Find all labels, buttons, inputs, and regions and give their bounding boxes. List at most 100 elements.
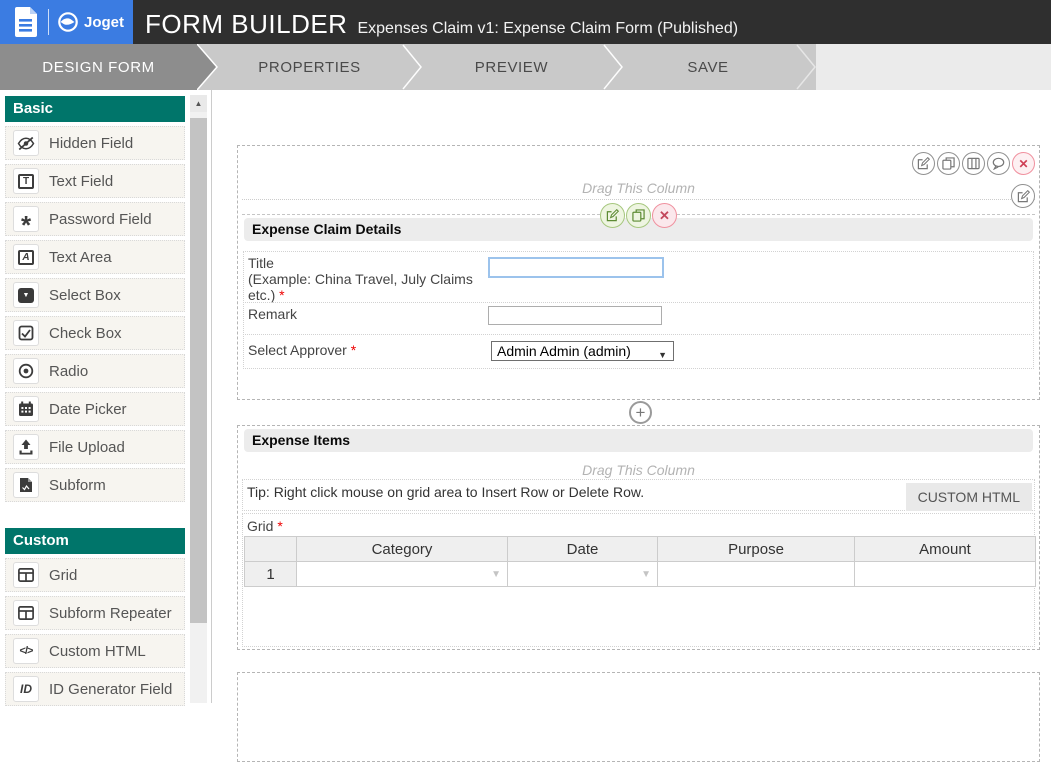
palette-item-subform-repeater[interactable]: Subform Repeater: [5, 596, 185, 630]
copy-section-icon[interactable]: [937, 152, 960, 175]
expense-grid-table: Category Date Purpose Amount 1 ▼ ▼: [244, 536, 1036, 587]
palette-header-basic: Basic: [5, 96, 185, 122]
palette-item-text-field[interactable]: T Text Field: [5, 164, 185, 198]
select-box-icon: ▼: [13, 282, 39, 308]
builder-content: Basic Hidden Field T Text Field * Passwo…: [0, 90, 1051, 762]
tab-separator-icon: [796, 44, 816, 90]
drag-column-handle[interactable]: Drag This Column: [238, 462, 1039, 478]
comment-icon[interactable]: [987, 152, 1010, 175]
palette-item-text-area[interactable]: A Text Area: [5, 240, 185, 274]
section-empty[interactable]: [237, 672, 1040, 762]
tabbar-empty-area: [816, 44, 1051, 90]
palette-scrollbar[interactable]: ▲: [190, 95, 207, 703]
palette-item-subform[interactable]: Subform: [5, 468, 185, 502]
upload-icon: [13, 434, 39, 460]
tab-design-form[interactable]: DESIGN FORM: [0, 44, 197, 90]
drag-column-handle[interactable]: Drag This Column: [238, 180, 1039, 196]
palette-item-id-generator[interactable]: ID ID Generator Field: [5, 672, 185, 706]
section-expense-claim-details: ✕ Drag This Column ✕ Expense Claim Detai…: [237, 145, 1040, 400]
grid-header-cell: [244, 536, 297, 562]
delete-element-icon[interactable]: ✕: [652, 203, 677, 228]
palette-item-grid[interactable]: Grid: [5, 558, 185, 592]
required-marker: *: [279, 287, 285, 303]
palette-item-label: Check Box: [49, 324, 122, 342]
field-row-remark[interactable]: Remark: [243, 302, 1034, 335]
id-icon: ID: [13, 676, 39, 702]
field-rows: Title (Example: China Travel, July Claim…: [243, 251, 1034, 369]
dropdown-arrow-icon: ▼: [641, 569, 651, 580]
scroll-up-icon[interactable]: ▲: [190, 95, 207, 112]
joget-globe-icon: [58, 12, 78, 32]
grid-data-row: 1 ▼ ▼: [244, 561, 1036, 587]
custom-html-badge[interactable]: CUSTOM HTML: [905, 483, 1032, 511]
tab-preview[interactable]: PREVIEW: [420, 44, 603, 90]
palette-item-date-picker[interactable]: Date Picker: [5, 392, 185, 426]
field-row-approver[interactable]: Select Approver * Admin Admin (admin) ▼: [243, 334, 1034, 369]
grid-header-amount: Amount: [854, 536, 1036, 562]
required-marker: *: [277, 518, 283, 534]
palette-item-custom-html[interactable]: </> Custom HTML: [5, 634, 185, 668]
columns-layout-icon[interactable]: [962, 152, 985, 175]
grid-header-date: Date: [507, 536, 658, 562]
grid-header-row: Category Date Purpose Amount: [244, 536, 1036, 562]
radio-icon: [13, 358, 39, 384]
joget-logo: Joget: [57, 11, 124, 33]
palette-item-select-box[interactable]: ▼ Select Box: [5, 278, 185, 312]
palette-item-check-box[interactable]: Check Box: [5, 316, 185, 350]
delete-section-icon[interactable]: ✕: [1012, 152, 1035, 175]
element-palette: Basic Hidden Field T Text Field * Passwo…: [0, 90, 212, 706]
approver-select[interactable]: Admin Admin (admin) ▼: [491, 341, 674, 361]
purpose-cell[interactable]: [657, 561, 855, 587]
table-icon: [13, 600, 39, 626]
grid-element[interactable]: Grid * Category Date Purpose Amount 1 ▼ …: [242, 513, 1036, 647]
table-icon: [13, 562, 39, 588]
section-title-bar[interactable]: Expense Items: [244, 429, 1033, 452]
palette-item-label: Password Field: [49, 210, 152, 228]
tab-save[interactable]: SAVE: [620, 44, 796, 90]
edit-element-icon[interactable]: [600, 203, 625, 228]
element-toolbar: ✕: [238, 203, 1039, 228]
eye-slash-icon: [13, 130, 39, 156]
app-title: FORM BUILDER: [145, 9, 348, 39]
section-expense-items: Expense Items Drag This Column Tip: Righ…: [237, 425, 1040, 650]
palette-item-hidden-field[interactable]: Hidden Field: [5, 126, 185, 160]
remark-input[interactable]: [488, 306, 662, 325]
tab-properties[interactable]: PROPERTIES: [217, 44, 402, 90]
title-input[interactable]: [488, 257, 664, 278]
grid-header-purpose: Purpose: [657, 536, 855, 562]
grid-header-category: Category: [296, 536, 508, 562]
check-box-icon: [13, 320, 39, 346]
palette-item-label: Subform Repeater: [49, 604, 172, 622]
palette-item-password-field[interactable]: * Password Field: [5, 202, 185, 238]
palette-item-label: Subform: [49, 476, 106, 494]
section-toolbar: ✕: [912, 152, 1035, 175]
field-row-title[interactable]: Title (Example: China Travel, July Claim…: [243, 251, 1034, 303]
code-icon: </>: [13, 638, 39, 664]
required-marker: *: [350, 342, 357, 358]
category-cell[interactable]: ▼: [296, 561, 508, 587]
dropdown-arrow-icon: ▼: [491, 569, 501, 580]
grid-label: Grid *: [247, 518, 283, 534]
date-cell[interactable]: ▼: [507, 561, 658, 587]
copy-element-icon[interactable]: [626, 203, 651, 228]
amount-cell[interactable]: [854, 561, 1036, 587]
palette-item-label: Select Box: [49, 286, 121, 304]
calendar-icon: [13, 396, 39, 422]
logo-box[interactable]: Joget: [0, 0, 133, 44]
builder-tabbar: DESIGN FORM PROPERTIES PREVIEW SAVE: [0, 44, 1051, 90]
custom-html-element[interactable]: Tip: Right click mouse on grid area to I…: [242, 479, 1035, 511]
palette-item-label: Radio: [49, 362, 89, 380]
logo-divider: [48, 9, 49, 35]
scrollbar-thumb[interactable]: [190, 118, 207, 623]
text-field-icon: T: [13, 168, 39, 194]
palette-gap: [5, 506, 211, 528]
edit-section-icon[interactable]: [912, 152, 935, 175]
palette-item-file-upload[interactable]: File Upload: [5, 430, 185, 464]
palette-item-label: Date Picker: [49, 400, 127, 418]
form-canvas: ✕ Drag This Column ✕ Expense Claim Detai…: [212, 90, 1051, 762]
palette-item-radio[interactable]: Radio: [5, 354, 185, 388]
palette-item-label: Grid: [49, 566, 78, 584]
palette-item-label: Text Field: [49, 172, 114, 190]
column-divider: [242, 199, 1035, 200]
add-section-button[interactable]: +: [629, 401, 652, 424]
